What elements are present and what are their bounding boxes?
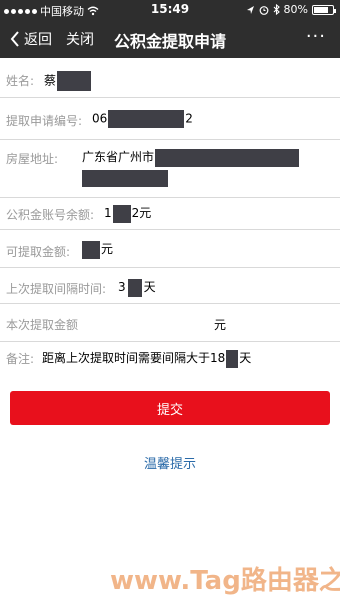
remark-row: 备注: 距离上次提取时间需要间隔大于18 天: [0, 342, 340, 378]
redaction-mask: [127, 278, 142, 297]
nav-bar: 返回 关闭 公积金提取申请 ···: [0, 20, 340, 58]
alarm-icon: [259, 5, 268, 15]
redaction-mask: [112, 204, 131, 223]
address-value: 广东省广州市: [82, 148, 300, 167]
redaction-mask: [155, 148, 300, 167]
balance-row: 公积金账号余额: 1 2元: [0, 198, 340, 230]
address-label: 房屋地址:: [6, 152, 59, 166]
interval-row: 上次提取间隔时间: 3天: [0, 268, 340, 304]
back-label: 返回: [24, 32, 52, 48]
status-bar: 中国移动 15:49 80%: [0, 0, 340, 20]
current-amount-row[interactable]: 本次提取金额 元: [0, 304, 340, 342]
submit-button[interactable]: 提交: [10, 391, 330, 425]
address-row: 房屋地址: 广东省广州市: [0, 140, 340, 198]
balance-value: 1 2元: [104, 204, 151, 223]
tips-label: 温馨提示: [143, 457, 196, 472]
chevron-left-icon: [10, 31, 19, 47]
available-amount-value: 元: [82, 240, 113, 259]
watermark: www.Tag路由器之家: [110, 566, 340, 596]
bluetooth-icon: [273, 4, 280, 15]
interval-label: 上次提取间隔时间:: [6, 282, 107, 296]
redaction-mask: [226, 349, 239, 368]
status-right: 80%: [246, 3, 336, 16]
remark-value: 距离上次提取时间需要间隔大于18 天: [42, 349, 251, 368]
redaction-mask: [108, 110, 185, 128]
name-label: 姓名:: [6, 74, 35, 88]
available-amount-label: 可提取金额:: [6, 245, 71, 259]
name-row: 姓名: 蔡: [0, 58, 340, 98]
battery-icon: [312, 4, 336, 15]
location-icon: [246, 5, 254, 14]
current-amount-label: 本次提取金额: [6, 318, 79, 332]
redaction-mask: [57, 71, 92, 91]
application-number-row: 提取申请编号: 06 2: [0, 98, 340, 140]
tips-link[interactable]: 温馨提示: [0, 453, 340, 472]
remark-label: 备注:: [6, 352, 35, 366]
current-amount-unit: 元: [214, 318, 227, 332]
balance-label: 公积金账号余额:: [6, 208, 95, 222]
application-number-label: 提取申请编号:: [6, 114, 83, 128]
more-menu-button[interactable]: ···: [306, 26, 326, 47]
redaction-mask: [82, 240, 100, 259]
page-title: 公积金提取申请: [114, 32, 227, 51]
interval-value: 3天: [118, 278, 156, 297]
redaction-mask: [82, 170, 168, 187]
battery-percent: 80%: [283, 3, 308, 16]
back-button[interactable]: 返回: [10, 29, 52, 49]
application-number-value: 06 2: [92, 110, 193, 128]
available-amount-row: 可提取金额: 元: [0, 230, 340, 268]
name-value: 蔡: [44, 71, 92, 91]
close-button[interactable]: 关闭: [66, 29, 94, 49]
